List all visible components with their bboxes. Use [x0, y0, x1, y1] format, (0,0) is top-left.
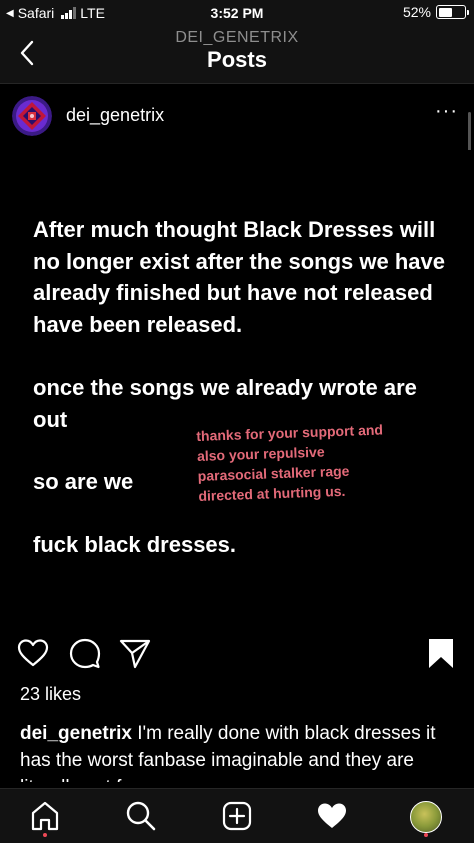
paper-plane-icon[interactable] [118, 636, 152, 670]
home-icon[interactable] [28, 799, 62, 833]
comment-icon[interactable] [68, 636, 102, 670]
caption-username[interactable]: dei_genetrix [20, 723, 132, 744]
nav-header: DEI_GENETRIX Posts [0, 26, 474, 84]
search-icon[interactable] [124, 799, 158, 833]
image-paragraph-1: After much thought Black Dresses will no… [33, 217, 445, 337]
header-account: DEI_GENETRIX [175, 29, 299, 46]
bookmark-filled-icon[interactable] [424, 636, 458, 670]
status-bar: ◀ Safari LTE 3:52 PM 52% [0, 0, 474, 26]
likes-count[interactable]: 23 likes [20, 684, 81, 705]
more-options-button[interactable]: ··· [435, 100, 458, 123]
post-header: dei_genetrix ··· [0, 90, 474, 142]
post-username[interactable]: dei_genetrix [66, 105, 164, 126]
status-right: 52% [402, 4, 469, 20]
battery-tip [467, 10, 469, 15]
image-paragraph-3: so are we [33, 469, 134, 494]
battery-fill [438, 7, 452, 17]
plus-square-icon[interactable] [220, 799, 254, 833]
post-actions [0, 634, 474, 676]
avatar-pattern-icon [12, 96, 52, 136]
bottom-tab-bar [0, 788, 474, 843]
heart-filled-icon[interactable] [315, 799, 349, 833]
heart-outline-icon[interactable] [16, 636, 50, 670]
avatar[interactable] [12, 96, 52, 136]
instagram-post-screen: ◀ Safari LTE 3:52 PM 52% DEI_GENETRIX Po… [0, 0, 474, 843]
image-overlay-text: thanks for your support and also your re… [196, 421, 384, 504]
post-caption: dei_genetrix I'm really done with black … [20, 720, 460, 782]
battery-percent: 52% [402, 4, 431, 20]
profile-avatar-tab[interactable] [410, 801, 442, 833]
home-notification-dot [43, 833, 47, 837]
profile-notification-dot [424, 833, 428, 837]
page-title: Posts [207, 47, 267, 72]
image-paragraph-4: fuck black dresses. [33, 532, 237, 557]
post-image[interactable]: After much thought Black Dresses will no… [0, 150, 474, 626]
battery-icon [436, 5, 469, 19]
